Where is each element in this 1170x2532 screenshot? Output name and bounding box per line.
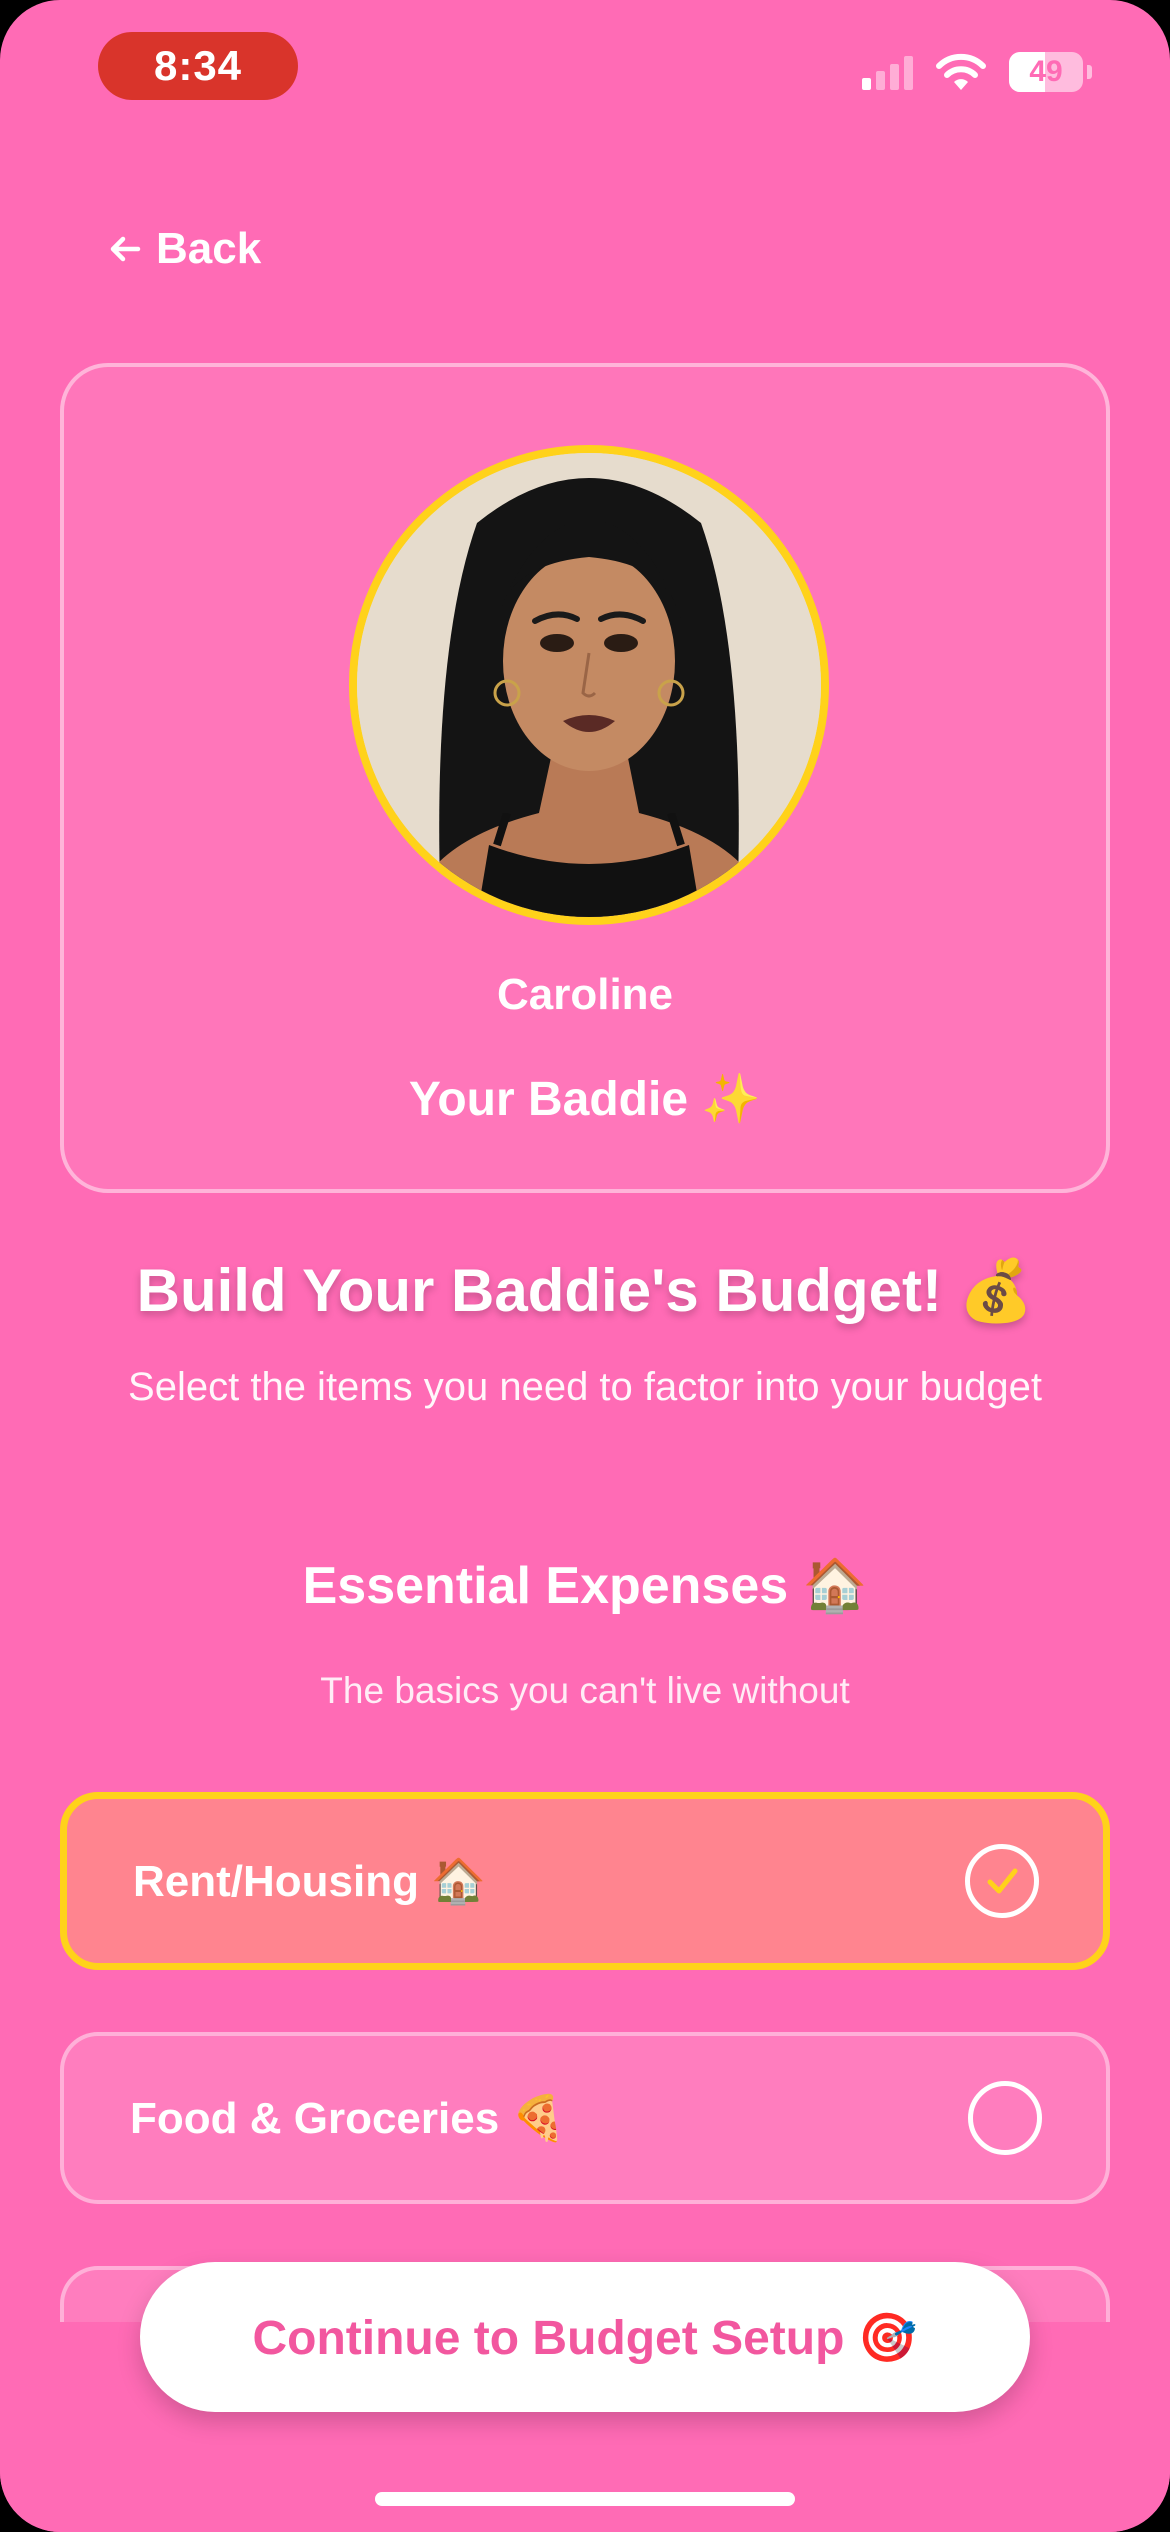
status-indicators: 49 xyxy=(862,52,1092,92)
empty-circle-icon xyxy=(968,2081,1042,2155)
checkmark-icon xyxy=(965,1844,1039,1918)
battery-icon: 49 xyxy=(1009,52,1083,92)
home-indicator[interactable] xyxy=(375,2492,795,2506)
profile-name: Caroline xyxy=(496,970,674,1019)
wifi-icon xyxy=(936,53,986,90)
cellular-signal-icon xyxy=(862,54,913,90)
battery-level: 49 xyxy=(1029,55,1063,88)
expense-option-food-groceries[interactable]: Food & Groceries 🍕 xyxy=(60,2032,1110,2204)
expense-label: Food & Groceries 🍕 xyxy=(130,2094,567,2143)
page-subtitle: Select the items you need to factor into… xyxy=(128,1365,1042,1409)
back-label: Back xyxy=(156,224,262,273)
section-subtitle: The basics you can't live without xyxy=(320,1670,850,1711)
back-button[interactable]: Back xyxy=(106,224,261,274)
continue-button[interactable]: Continue to Budget Setup 🎯 xyxy=(140,2262,1030,2412)
profile-role: Your Baddie ✨ xyxy=(408,1073,762,1126)
status-time: 8:34 xyxy=(98,32,298,100)
expense-option-rent-housing[interactable]: Rent/Housing 🏠 xyxy=(60,1792,1110,1970)
arrow-left-icon xyxy=(110,236,141,262)
page-title: Build Your Baddie's Budget! 💰 xyxy=(136,1257,1034,1324)
avatar xyxy=(349,445,829,925)
battery-tip xyxy=(1087,65,1092,79)
budget-setup-screen: 8:34 49 Back Caroline Your Baddie ✨ Buil… xyxy=(0,0,1170,2532)
section-title: Essential Expenses 🏠 xyxy=(302,1557,868,1615)
expense-label: Rent/Housing 🏠 xyxy=(133,1857,486,1906)
profile-card: Caroline Your Baddie ✨ xyxy=(60,363,1110,1193)
avatar-portrait xyxy=(357,453,821,917)
